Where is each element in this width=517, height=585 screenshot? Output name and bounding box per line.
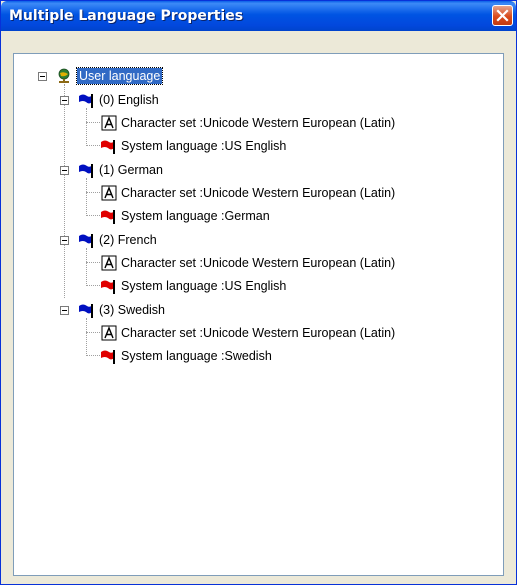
tree-connector [86,285,100,286]
dialog-window: Multiple Language Properties User langua… [0,0,517,585]
tree-node-system[interactable]: System language :German [100,207,270,225]
tree-connector [86,178,87,216]
tree-node-charset[interactable]: Character set :Unicode Western European … [100,254,395,272]
blue-flag-icon [79,234,93,248]
tree-connector [64,84,65,298]
expand-toggle[interactable] [60,236,69,245]
tree-node-language[interactable]: (1) German [78,161,163,179]
blue-flag-icon [79,304,93,318]
tree-node-label: (1) German [99,163,163,177]
tree-node-label: Character set :Unicode Western European … [121,256,396,270]
red-flag-icon [101,140,115,154]
red-flag-icon [101,210,115,224]
font-a-icon [101,115,117,131]
tree-node-label: System language :US English [121,279,287,293]
font-a-icon [101,185,117,201]
tree-node-label: (2) French [99,233,157,247]
tree-node-label: System language :Swedish [121,349,272,363]
tree-connector [86,192,100,193]
font-a-icon [101,325,117,341]
tree-node-charset[interactable]: Character set :Unicode Western European … [100,114,395,132]
tree-connector [86,122,100,123]
tree-connector [86,145,100,146]
tree-node-root[interactable]: User language [56,67,164,85]
expand-toggle[interactable] [60,166,69,175]
tree-node-label: Character set :Unicode Western European … [121,116,396,130]
tree-node-charset[interactable]: Character set :Unicode Western European … [100,324,395,342]
tree-connector [86,262,100,263]
tree-node-system[interactable]: System language :Swedish [100,347,272,365]
tree-connector [86,215,100,216]
tree-node-label: User language [75,67,164,85]
language-tree[interactable]: User language (0) English Character set … [13,53,504,576]
tree-node-system[interactable]: System language :US English [100,277,286,295]
tree-node-label: System language :German [121,209,270,223]
blue-flag-icon [79,94,93,108]
title-bar[interactable]: Multiple Language Properties [1,1,516,31]
tree-node-language[interactable]: (3) Swedish [78,301,165,319]
expand-toggle[interactable] [60,96,69,105]
close-button[interactable] [492,5,513,26]
close-icon [496,9,509,22]
tree-node-label: (3) Swedish [99,303,165,317]
tree-connector [86,318,87,356]
window-title: Multiple Language Properties [9,8,244,24]
expand-toggle[interactable] [60,306,69,315]
tree-connector [86,332,100,333]
blue-flag-icon [79,164,93,178]
tree-node-label: System language :US English [121,139,287,153]
red-flag-icon [101,280,115,294]
tree-node-label: Character set :Unicode Western European … [121,326,396,340]
tree-node-system[interactable]: System language :US English [100,137,286,155]
globe-user-icon [58,68,70,83]
tree-node-language[interactable]: (0) English [78,91,159,109]
tree-node-label: (0) English [99,93,159,107]
tree-connector [86,355,100,356]
tree-connector [86,108,87,146]
red-flag-icon [101,350,115,364]
tree-connector [86,248,87,286]
expand-toggle[interactable] [38,72,47,81]
tree-node-charset[interactable]: Character set :Unicode Western European … [100,184,395,202]
tree-node-language[interactable]: (2) French [78,231,157,249]
font-a-icon [101,255,117,271]
tree-node-label: Character set :Unicode Western European … [121,186,396,200]
